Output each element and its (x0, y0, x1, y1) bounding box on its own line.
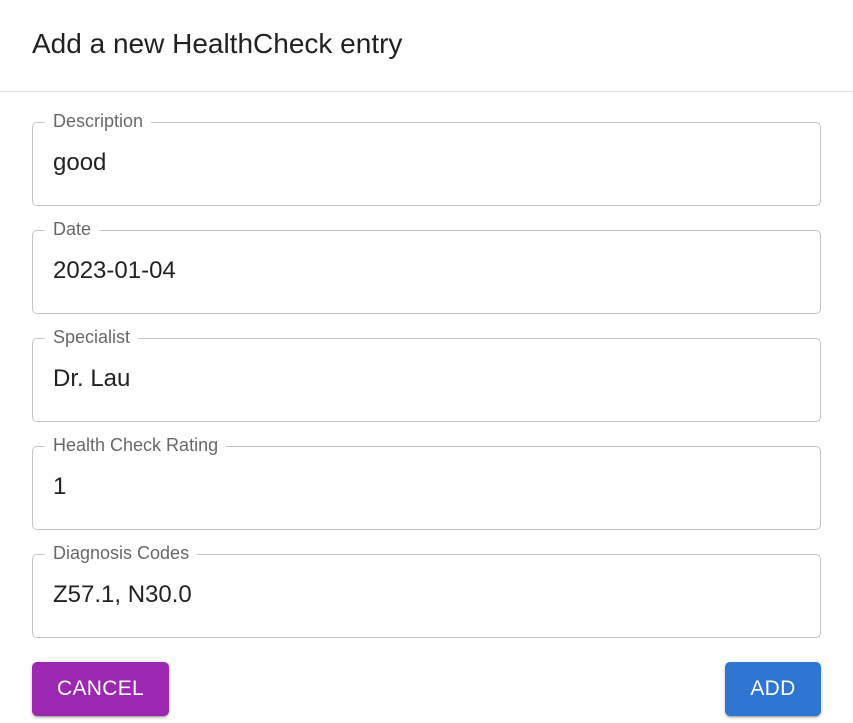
diagnosis-codes-field: Diagnosis Codes (32, 542, 821, 638)
description-label: Description (53, 110, 152, 132)
date-input[interactable] (53, 254, 793, 288)
title-divider (0, 91, 853, 92)
health-check-rating-input[interactable] (53, 470, 793, 504)
description-field: Description (32, 110, 821, 206)
diagnosis-codes-input[interactable] (53, 578, 793, 612)
diagnosis-codes-label: Diagnosis Codes (53, 542, 198, 564)
specialist-label: Specialist (53, 326, 139, 348)
date-label: Date (53, 218, 100, 240)
specialist-field: Specialist (32, 326, 821, 422)
specialist-input[interactable] (53, 362, 793, 396)
add-entry-dialog: Add a new HealthCheck entry Description … (0, 0, 853, 723)
health-check-rating-label: Health Check Rating (53, 434, 227, 456)
add-button[interactable]: Add (725, 662, 821, 716)
date-field: Date (32, 218, 821, 314)
cancel-button[interactable]: Cancel (32, 662, 169, 716)
description-input[interactable] (53, 146, 793, 180)
dialog-title: Add a new HealthCheck entry (32, 28, 403, 59)
health-check-rating-field: Health Check Rating (32, 434, 821, 530)
